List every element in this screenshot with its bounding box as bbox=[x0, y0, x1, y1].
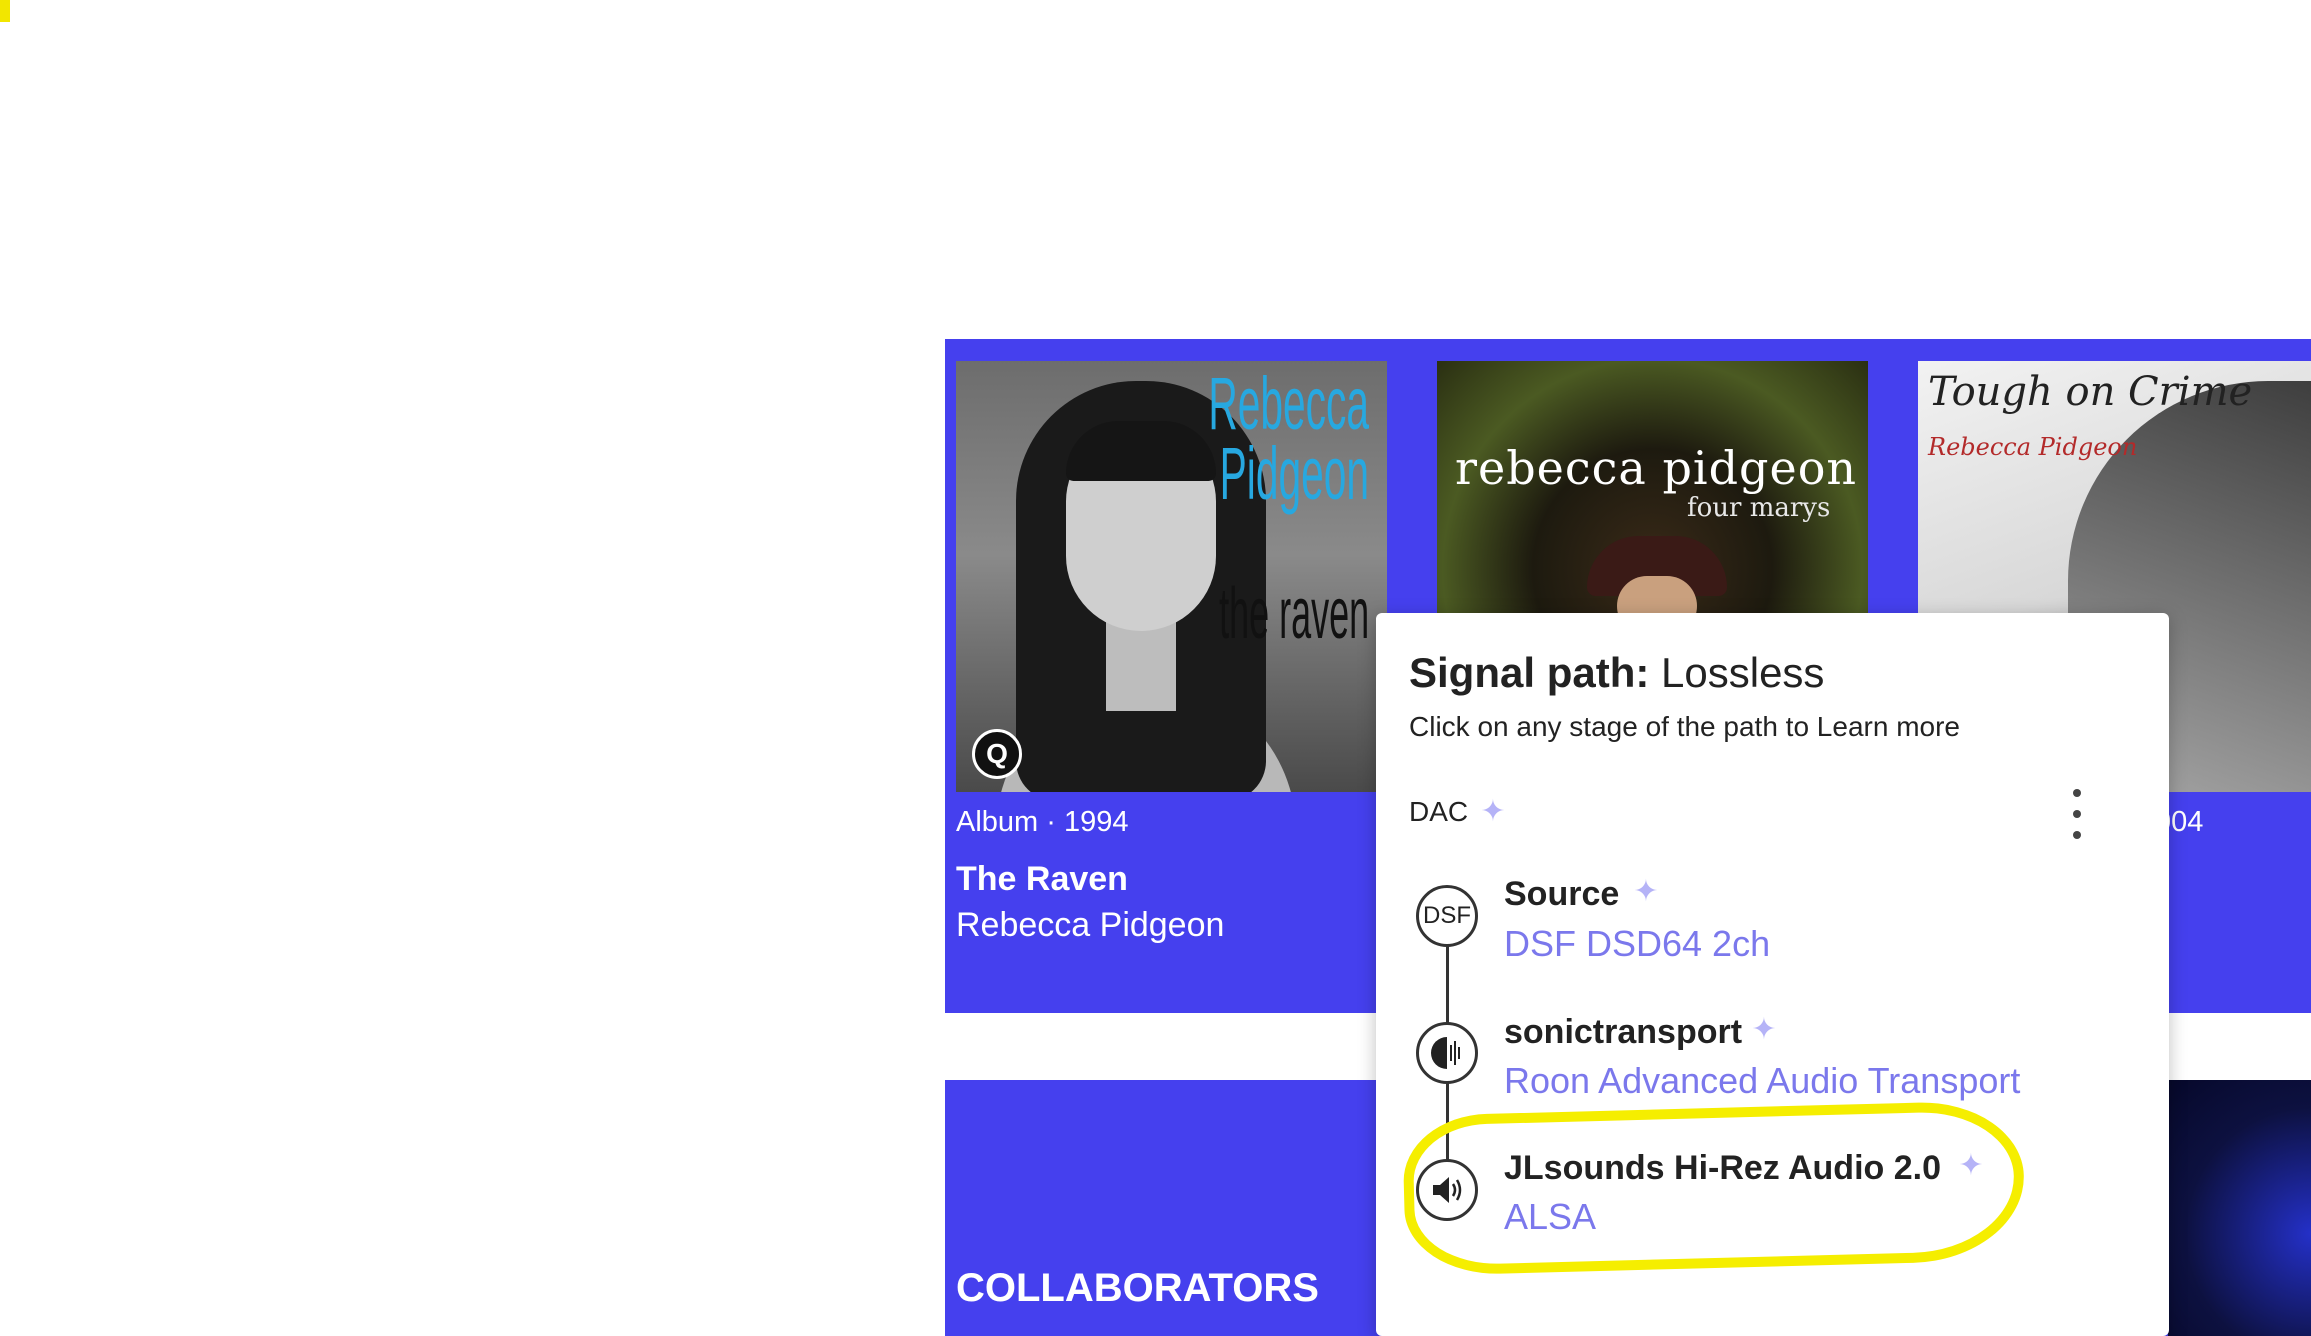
qobuz-badge-icon: Q bbox=[972, 729, 1022, 779]
signal-path-subtitle: Click on any stage of the path to Learn … bbox=[1409, 711, 1960, 742]
dac-label: DAC bbox=[1409, 796, 1469, 827]
album-cover-four-marys[interactable]: rebecca pidgeon four marys bbox=[1437, 361, 1868, 621]
signal-path-title: Signal path: Lossless bbox=[1409, 649, 1824, 697]
cover-album-text: four marys bbox=[1687, 493, 1831, 523]
stage-value[interactable]: Roon Advanced Audio Transport bbox=[1504, 1060, 2020, 1102]
album-artist[interactable]: Rebecca Pidgeon bbox=[956, 906, 1224, 945]
section-heading: COLLABORATORS bbox=[956, 1266, 1319, 1310]
signal-path-title-label: Signal path: bbox=[1409, 649, 1650, 696]
more-options-icon[interactable] bbox=[2067, 789, 2087, 839]
stage-label[interactable]: Source bbox=[1504, 875, 1619, 914]
signal-quality: Lossless bbox=[1661, 649, 1825, 696]
sparkle-icon: ✦ bbox=[1751, 1013, 1777, 1046]
annotation-mark bbox=[0, 0, 10, 22]
cover-album-text: the raven bbox=[1218, 574, 1369, 654]
cover-artist-text: rebecca pidgeon bbox=[1455, 441, 1858, 495]
cover-album-text: Tough on Crime bbox=[1928, 369, 2253, 415]
sparkle-icon: ✦ bbox=[1633, 875, 1659, 908]
stage-value[interactable]: DSF DSD64 2ch bbox=[1504, 923, 1770, 965]
transport-icon[interactable] bbox=[1416, 1022, 1478, 1084]
album-cover-the-raven[interactable]: Rebecca Pidgeon the raven Q bbox=[956, 361, 1387, 792]
highlight-annotation bbox=[1402, 1099, 2026, 1277]
album-cover-partial[interactable] bbox=[2168, 1080, 2311, 1336]
album-meta: Album · 1994 bbox=[956, 806, 1129, 838]
dsf-source-icon[interactable]: DSF bbox=[1416, 885, 1478, 947]
stage-label[interactable]: sonictransport bbox=[1504, 1013, 1742, 1052]
album-title[interactable]: The Raven bbox=[956, 860, 1128, 899]
cover-artist-text: Rebecca Pidgeon bbox=[1928, 433, 2138, 461]
sparkle-icon: ✦ bbox=[1480, 795, 1506, 828]
cover-artist-text: Rebecca Pidgeon bbox=[1208, 362, 1369, 515]
